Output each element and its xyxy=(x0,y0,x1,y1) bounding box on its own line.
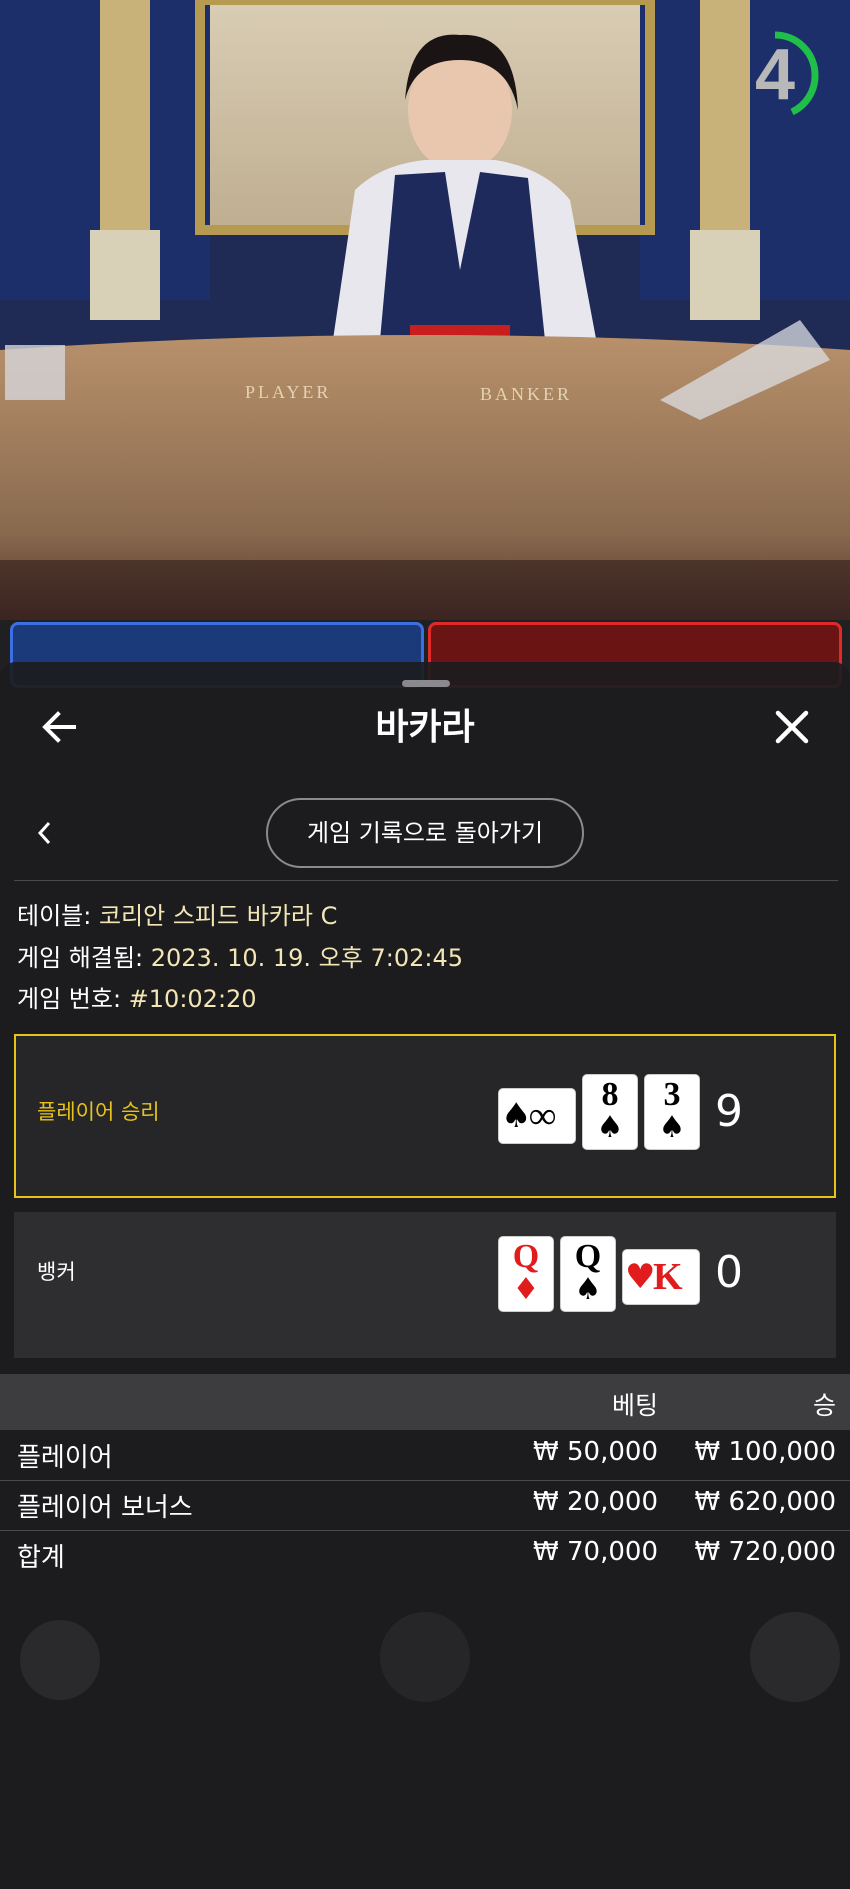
table-banker-label: BANKER xyxy=(480,384,572,404)
timer-value: 4 xyxy=(754,35,796,115)
banker-result-row xyxy=(14,1212,836,1358)
info-resolved-value: 2023. 10. 19. 오후 7:02:45 xyxy=(150,944,463,972)
bet-column-header: 베팅 xyxy=(611,1391,658,1420)
banker-result-label: 뱅커 xyxy=(37,1260,76,1284)
menu-button-bg xyxy=(750,1612,840,1702)
table-player-label: PLAYER xyxy=(245,382,331,402)
info-table: 테이블: 코리안 스피드 바카라 C xyxy=(17,898,337,934)
chevron-left-icon[interactable] xyxy=(30,818,60,848)
player-card-sideways: ♠ ∞ xyxy=(499,1089,575,1143)
countdown-timer: 4 xyxy=(730,30,820,120)
table-row-total: 합계 ₩ 70,000 ₩ 720,000 xyxy=(17,1537,836,1573)
banker-card-1: Q ♦ xyxy=(499,1237,553,1311)
divider xyxy=(14,880,838,881)
table-row: 플레이어 ₩ 50,000 ₩ 100,000 xyxy=(17,1437,836,1473)
player-result-label: 플레이어 승리 xyxy=(37,1100,160,1124)
sheet-grabber[interactable] xyxy=(402,680,450,687)
banker-score: 0 xyxy=(715,1247,743,1298)
chip-selector-bg xyxy=(380,1612,470,1702)
player-card-2: 3 ♠ xyxy=(645,1075,699,1149)
info-table-label: 테이블: xyxy=(17,902,99,930)
info-resolved-label: 게임 해결됨: xyxy=(17,944,151,972)
info-number-value: #10:02:20 xyxy=(128,985,257,1013)
info-table-value: 코리안 스피드 바카라 C xyxy=(98,902,338,930)
close-icon[interactable] xyxy=(770,705,814,749)
banker-card-sideways: ♥ K xyxy=(623,1250,699,1304)
bet-table-header: 베팅 승 xyxy=(0,1374,850,1430)
dealer-scene: PLAYER BANKER xyxy=(0,0,850,660)
live-video: PLAYER BANKER 4 xyxy=(0,0,850,660)
info-number: 게임 번호: #10:02:20 xyxy=(17,981,257,1017)
info-number-label: 게임 번호: xyxy=(17,985,129,1013)
table-row: 플레이어 보너스 ₩ 20,000 ₩ 620,000 xyxy=(17,1487,836,1523)
chat-button-bg xyxy=(20,1620,100,1700)
player-card-1: 8 ♠ xyxy=(583,1075,637,1149)
player-score: 9 xyxy=(715,1086,743,1137)
info-resolved: 게임 해결됨: 2023. 10. 19. 오후 7:02:45 xyxy=(17,940,463,976)
back-to-history-button[interactable]: 게임 기록으로 돌아가기 xyxy=(266,798,584,868)
win-column-header: 승 xyxy=(812,1391,836,1420)
banker-card-2: Q ♠ xyxy=(561,1237,615,1311)
page-title: 바카라 xyxy=(375,707,475,748)
